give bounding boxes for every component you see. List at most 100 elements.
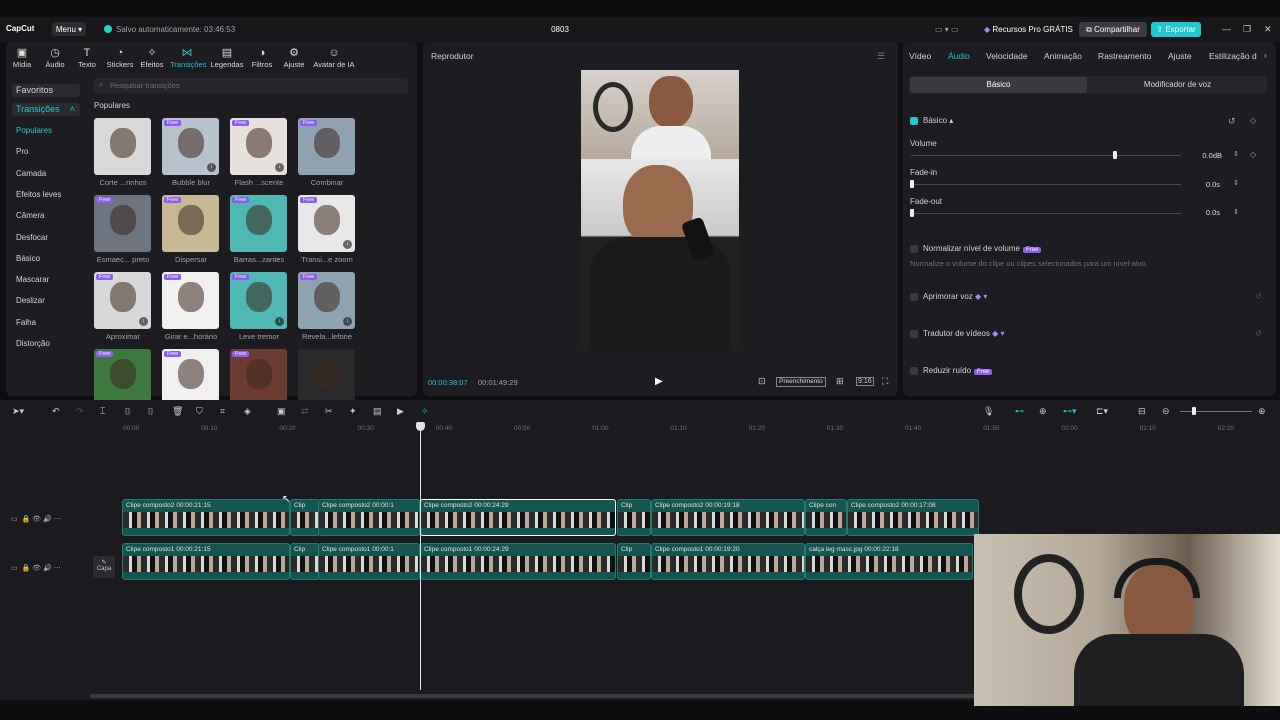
toolbar-tab-4[interactable]: ✧ Efeitos	[135, 46, 169, 69]
toolbar-tab-7[interactable]: ◑ Filtros	[245, 46, 279, 69]
fullscreen-icon[interactable]: ⛶	[882, 376, 888, 387]
split-left-icon[interactable]: ⌷	[125, 406, 130, 417]
speaker-icon[interactable]: 🔊	[43, 565, 52, 572]
redo-icon[interactable]: ↷	[76, 406, 84, 417]
fit-icon[interactable]: ⊞	[836, 376, 844, 387]
menu-button[interactable]: Menu ▾	[52, 22, 86, 36]
lock-icon[interactable]: 🔒	[22, 565, 31, 572]
playhead-handle[interactable]	[416, 422, 425, 431]
sidebar-item-3[interactable]: Efeitos leves	[16, 190, 61, 199]
subtab-voice-modifier[interactable]: Modificador de voz	[1090, 77, 1265, 93]
freeze-icon[interactable]: ▣	[277, 406, 286, 417]
download-icon[interactable]: ↓	[275, 317, 284, 326]
mask-icon[interactable]: ◈	[244, 406, 251, 417]
timeline-clip[interactable]: Clipe composto1 00:00:19:20	[651, 543, 805, 580]
select-tool-icon[interactable]: ➤▾	[12, 406, 24, 417]
basic-checkbox[interactable]	[910, 117, 918, 125]
delete-icon[interactable]: 🗑	[172, 406, 183, 417]
sidebar-transitions[interactable]: Transições ˄	[12, 103, 80, 116]
download-icon[interactable]: ↓	[343, 240, 352, 249]
share-button[interactable]: ⧉ Compartilhar	[1079, 22, 1147, 37]
layout-icon[interactable]: ▭ ▾ ▭	[935, 25, 959, 34]
more-icon[interactable]: ⋯	[54, 516, 61, 523]
sidebar-item-6[interactable]: Básico	[16, 254, 40, 263]
sidebar-item-8[interactable]: Deslizar	[16, 296, 45, 305]
fade-in-stepper-icon[interactable]: ⇕	[1233, 179, 1239, 187]
keyframe-icon[interactable]: ◇	[1250, 116, 1256, 125]
transition-thumbnail[interactable]: Free	[230, 195, 287, 252]
ai-cut-icon[interactable]: ✂	[325, 406, 333, 417]
volume-keyframe-icon[interactable]: ◇	[1250, 150, 1256, 159]
eye-icon[interactable]: 👁	[32, 516, 41, 523]
inspector-tab-6[interactable]: Estilização d	[1209, 51, 1257, 61]
sidebar-item-0[interactable]: Populares	[16, 126, 52, 135]
screen-icon[interactable]: ▤	[373, 406, 382, 417]
timeline-clip[interactable]: Clipe composto2 00:00:24:29	[420, 499, 616, 536]
transition-thumbnail[interactable]: Free	[94, 195, 151, 252]
download-icon[interactable]: ↓	[139, 317, 148, 326]
sidebar-item-9[interactable]: Falha	[16, 318, 36, 327]
transition-thumbnail[interactable]: Free ↓	[298, 272, 355, 329]
fade-out-value[interactable]: 0.0s	[1190, 208, 1220, 217]
transition-thumbnail[interactable]: Free	[162, 272, 219, 329]
timeline-clip[interactable]: Clipe composto1 00:00:1	[318, 543, 420, 580]
split-right-icon[interactable]: ⌷	[148, 406, 153, 417]
timeline-clip[interactable]: Clipe composto1 00:00:24:29	[420, 543, 616, 580]
crop-icon[interactable]: ⊡	[758, 376, 766, 387]
toolbar-tab-6[interactable]: ▤ Legendas	[210, 46, 244, 69]
inspector-tab-0[interactable]: Vídeo	[909, 51, 931, 61]
stepper-icon[interactable]: ⇕	[1233, 150, 1239, 158]
timeline-clip[interactable]: Clipe con	[805, 499, 847, 536]
transition-thumbnail[interactable]: Free	[162, 195, 219, 252]
fade-in-value[interactable]: 0.0s	[1190, 180, 1220, 189]
inspector-tab-4[interactable]: Rastreamento	[1098, 51, 1151, 61]
download-icon[interactable]: ↓	[343, 317, 352, 326]
timeline-clip[interactable]: Clip	[290, 499, 320, 536]
inspector-tab-2[interactable]: Velocidade	[986, 51, 1028, 61]
fade-out-slider[interactable]	[911, 213, 1181, 214]
sidebar-item-10[interactable]: Distorção	[16, 339, 50, 348]
video-preview[interactable]	[581, 70, 739, 350]
cover-button[interactable]: ✎ Capa	[93, 556, 115, 578]
reverse-icon[interactable]: ⇄	[301, 406, 309, 417]
transition-thumbnail[interactable]: Free	[162, 349, 219, 406]
transition-thumbnail[interactable]: Free ↓	[230, 118, 287, 175]
zoom-in-icon[interactable]: ⊕	[1258, 406, 1266, 417]
timeline-clip[interactable]: Clip	[290, 543, 320, 580]
caption-icon[interactable]: ⊟	[1138, 406, 1146, 417]
close-icon[interactable]: ✕	[1264, 24, 1272, 35]
transition-thumbnail[interactable]: Free	[94, 349, 151, 406]
search-input[interactable]: Pesquisar transições	[94, 78, 408, 93]
magic-icon[interactable]: ✦	[349, 406, 357, 417]
maximize-icon[interactable]: ❐	[1243, 24, 1251, 35]
chevron-right-icon[interactable]: ›	[1264, 51, 1267, 60]
translator-reset-icon[interactable]: ↺	[1255, 329, 1262, 338]
fade-out-stepper-icon[interactable]: ⇕	[1233, 208, 1239, 216]
project-name[interactable]: 0803	[540, 25, 580, 34]
sidebar-item-2[interactable]: Camada	[16, 169, 46, 178]
sidebar-item-4[interactable]: Câmera	[16, 211, 44, 220]
sidebar-item-1[interactable]: Pro	[16, 147, 28, 156]
volume-value[interactable]: 0.0dB	[1192, 151, 1222, 160]
zoom-out-icon[interactable]: ⊖	[1162, 406, 1170, 417]
transition-thumbnail[interactable]: Free	[230, 349, 287, 406]
split-icon[interactable]: ⌶	[100, 406, 105, 417]
sidebar-favorites[interactable]: Favoritos	[12, 84, 80, 97]
subtab-basic[interactable]: Básico	[910, 77, 1087, 93]
transition-thumbnail[interactable]: Free ↓	[162, 118, 219, 175]
toolbar-tab-5[interactable]: ⋈ Transições	[170, 46, 206, 69]
timeline-clip[interactable]: Clip	[617, 499, 651, 536]
play-icon[interactable]: ▶	[655, 376, 663, 387]
transition-thumbnail[interactable]: Free	[298, 118, 355, 175]
timeline-clip[interactable]: Clip	[617, 543, 651, 580]
crop-tool-icon[interactable]: ⌗	[220, 406, 225, 417]
toolbar-tab-3[interactable]: ◔ Stickers	[103, 46, 137, 69]
download-icon[interactable]: ↓	[275, 163, 284, 172]
magnet-icon[interactable]: ⊕	[1039, 406, 1047, 417]
minimize-icon[interactable]: —	[1222, 24, 1231, 34]
volume-knob[interactable]	[1112, 151, 1117, 159]
fade-out-knob[interactable]	[910, 209, 914, 217]
export-button[interactable]: ⇪ Exportar	[1151, 22, 1201, 37]
fill-mode-button[interactable]: Preenchimento	[776, 377, 826, 387]
sidebar-item-7[interactable]: Mascarar	[16, 275, 49, 284]
